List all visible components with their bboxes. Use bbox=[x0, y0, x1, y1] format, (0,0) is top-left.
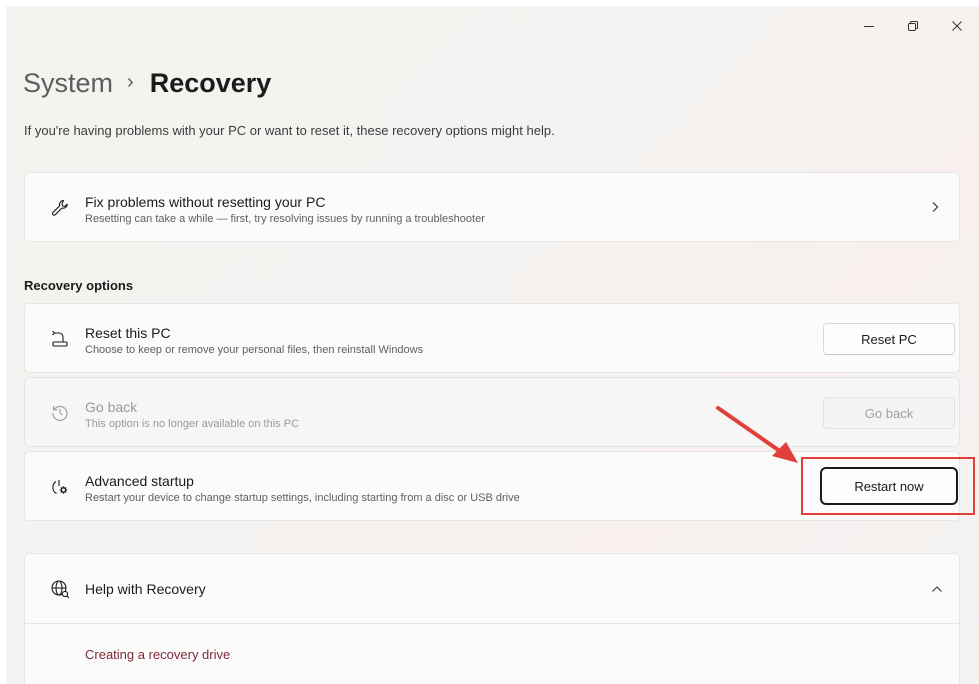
annotation-highlight-box bbox=[801, 457, 975, 515]
breadcrumb-separator: › bbox=[127, 71, 134, 93]
reset-pc-title: Reset this PC bbox=[85, 325, 171, 341]
fix-problems-description: Resetting can take a while — first, try … bbox=[85, 213, 485, 225]
help-with-recovery-header[interactable]: Help with Recovery bbox=[25, 554, 959, 624]
close-icon bbox=[952, 21, 962, 31]
reset-pc-icon bbox=[49, 328, 71, 350]
breadcrumb-system[interactable]: System bbox=[23, 68, 113, 99]
close-button[interactable] bbox=[935, 9, 979, 43]
help-with-recovery-card: Help with Recovery Creating a recovery d… bbox=[24, 553, 960, 684]
go-back-description: This option is no longer available on th… bbox=[85, 418, 300, 430]
restore-icon bbox=[908, 21, 918, 31]
fix-problems-card[interactable]: Fix problems without resetting your PC R… bbox=[24, 172, 960, 242]
globe-icon bbox=[49, 578, 71, 600]
history-icon bbox=[49, 402, 71, 424]
chevron-right-icon bbox=[929, 201, 941, 213]
breadcrumb: System › Recovery bbox=[23, 68, 271, 99]
annotation-arrow-icon bbox=[716, 406, 798, 463]
page-title: Recovery bbox=[149, 68, 272, 98]
go-back-button[interactable]: Go back bbox=[823, 397, 955, 429]
advanced-startup-icon bbox=[49, 476, 71, 498]
title-bar-controls bbox=[847, 6, 979, 46]
go-back-title: Go back bbox=[85, 399, 138, 415]
go-back-card: Go back This option is no longer availab… bbox=[24, 377, 960, 447]
wrench-icon bbox=[49, 197, 71, 219]
settings-window: System › Recovery If you're having probl… bbox=[6, 6, 979, 684]
creating-recovery-drive-link[interactable]: Creating a recovery drive bbox=[85, 647, 230, 662]
minimize-icon bbox=[864, 26, 874, 27]
chevron-up-icon bbox=[931, 583, 943, 595]
advanced-startup-title: Advanced startup bbox=[85, 473, 194, 489]
reset-pc-description: Choose to keep or remove your personal f… bbox=[85, 344, 424, 356]
fix-problems-title: Fix problems without resetting your PC bbox=[85, 194, 326, 210]
reset-pc-card: Reset this PC Choose to keep or remove y… bbox=[24, 303, 960, 373]
divider bbox=[25, 623, 959, 624]
page-subtitle: If you're having problems with your PC o… bbox=[24, 123, 555, 138]
advanced-startup-description: Restart your device to change startup se… bbox=[85, 492, 520, 504]
help-with-recovery-title: Help with Recovery bbox=[85, 581, 206, 597]
restore-button[interactable] bbox=[891, 9, 935, 43]
minimize-button[interactable] bbox=[847, 9, 891, 43]
recovery-options-label: Recovery options bbox=[24, 278, 134, 293]
reset-pc-button[interactable]: Reset PC bbox=[823, 323, 955, 355]
